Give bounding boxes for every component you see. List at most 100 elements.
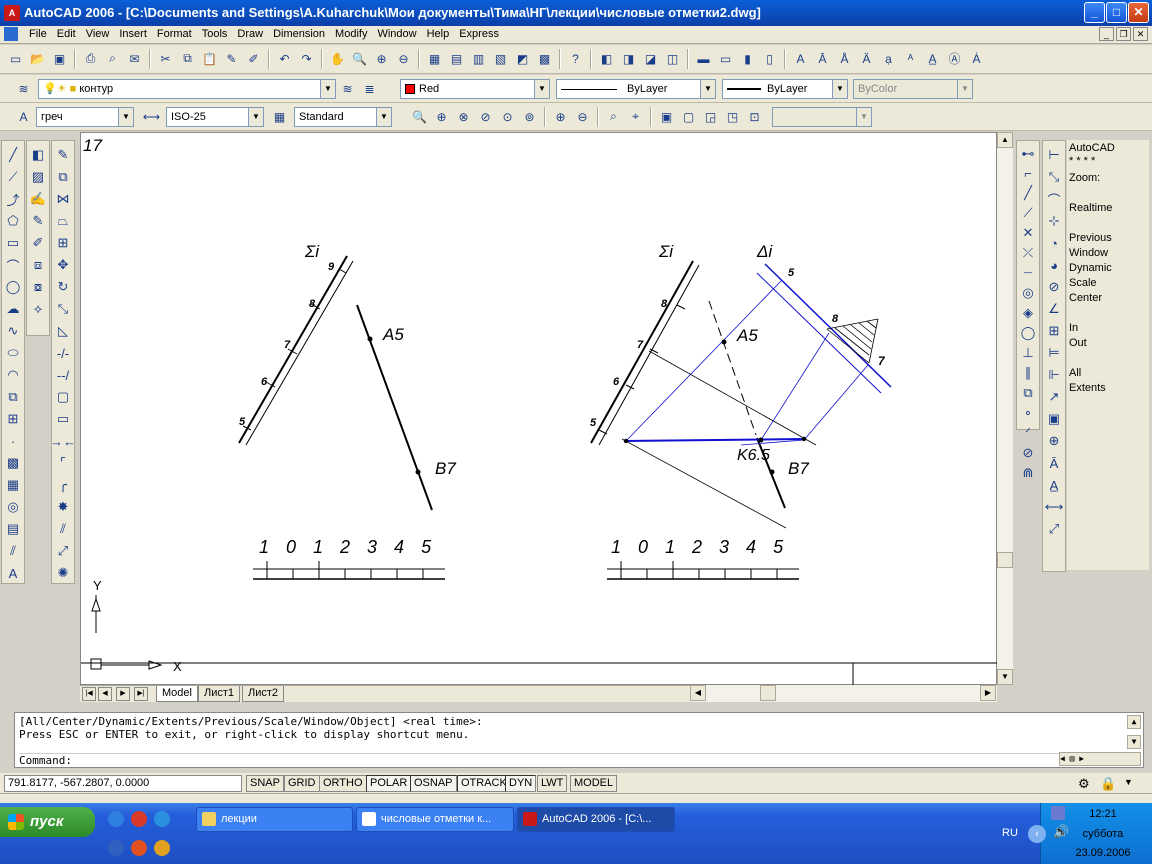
zoom-menu-in[interactable]: In <box>1069 322 1078 334</box>
text-style-icon[interactable]: Å <box>835 49 854 68</box>
scroll-right-icon[interactable]: ▶ <box>980 685 996 701</box>
text-icon[interactable]: A <box>791 49 810 68</box>
snap-perpendicular-icon[interactable]: ⊥ <box>1018 344 1038 362</box>
task-autocad[interactable]: AutoCAD 2006 - [C:\... <box>517 807 675 832</box>
block-editor-icon[interactable]: ✐ <box>244 49 263 68</box>
hscroll-thumb[interactable] <box>760 685 776 701</box>
revcloud-icon[interactable]: ☁ <box>3 299 23 319</box>
insert-block-icon[interactable]: ⧉ <box>3 387 23 407</box>
dim-update-icon[interactable]: ⟷ <box>1044 497 1064 517</box>
draw-tool-3-icon[interactable]: ✍ <box>28 189 48 209</box>
zoom-realtime-icon[interactable]: 🔍 <box>410 107 429 126</box>
layer-manager-icon[interactable]: ≋ <box>14 79 33 98</box>
zoom-window-icon[interactable]: ⊕ <box>372 49 391 68</box>
zoom-menu-extents[interactable]: Extents <box>1069 382 1106 394</box>
zoom-dynamic-icon[interactable]: ⊗ <box>454 107 473 126</box>
properties-icon[interactable]: ▦ <box>425 49 444 68</box>
point-icon[interactable]: · <box>3 431 23 451</box>
chevron-down-icon[interactable]: ▼ <box>248 108 263 126</box>
publish-icon[interactable]: ✉ <box>125 49 144 68</box>
maximize-button[interactable]: □ <box>1106 2 1127 23</box>
fillet-icon[interactable]: ╭ <box>53 475 73 495</box>
chevron-down-icon[interactable]: ▼ <box>376 108 391 126</box>
media-player-quicklaunch-icon[interactable] <box>154 840 170 856</box>
clip-viewport-icon[interactable]: ⊡ <box>745 107 764 126</box>
tab-sheet2[interactable]: Лист2 <box>242 686 285 702</box>
menu-insert[interactable]: Insert <box>114 28 152 40</box>
zoom-extents-icon[interactable]: ⌖ <box>626 107 645 126</box>
zoom-menu-window[interactable]: Window <box>1069 247 1108 259</box>
tool-palettes-icon[interactable]: ▥ <box>469 49 488 68</box>
dim-edit-icon[interactable]: Ā <box>1044 453 1064 473</box>
osnap-toggle[interactable]: OSNAP <box>410 775 457 792</box>
document-icon[interactable] <box>4 27 18 41</box>
text-spell-icon[interactable]: ạ <box>879 49 898 68</box>
scale-icon[interactable]: ⤡ <box>53 299 73 319</box>
draw-tool-7-icon[interactable]: ⧇ <box>28 277 48 297</box>
left-plane-sigma[interactable] <box>238 255 354 446</box>
zoom-scale-icon[interactable]: ⊘ <box>476 107 495 126</box>
construction-line-icon[interactable]: ⟋ <box>3 167 23 187</box>
tolerance-icon[interactable]: ▣ <box>1044 409 1064 429</box>
draworder-above-icon[interactable]: ◪ <box>641 49 660 68</box>
zoom-menu-autocad[interactable]: AutoCAD <box>1069 142 1115 154</box>
zoom-object-icon[interactable]: ⊚ <box>520 107 539 126</box>
dim-baseline-icon[interactable]: ⊨ <box>1044 343 1064 363</box>
chevron-down-icon[interactable]: ▼ <box>700 80 715 98</box>
text-style-combo[interactable]: греч ▼ <box>36 107 134 127</box>
explode-icon[interactable]: ✸ <box>53 497 73 517</box>
zoom-menu-stars[interactable]: * * * * <box>1069 155 1095 167</box>
text-scale-icon[interactable]: Ȧ <box>967 49 986 68</box>
right-point-b[interactable] <box>769 469 775 475</box>
horizontal-scrollbar[interactable]: ◀ ▶ <box>690 685 997 702</box>
model-toggle[interactable]: MODEL <box>570 775 618 792</box>
array-icon[interactable]: ⊞ <box>53 233 73 253</box>
circle-icon[interactable]: ◯ <box>3 277 23 297</box>
doc-restore-button[interactable]: ❐ <box>1116 27 1131 41</box>
snap-midpoint-icon[interactable]: ⟋ <box>1018 204 1038 222</box>
autocad-app-icon[interactable]: A <box>4 5 20 21</box>
dim-aligned-icon[interactable]: ⤡ <box>1044 167 1064 187</box>
draworder-front-icon[interactable]: ◧ <box>597 49 616 68</box>
zoom-menu-all[interactable]: All <box>1069 367 1081 379</box>
zoom-window-icon[interactable]: ⊕ <box>432 107 451 126</box>
region-icon[interactable]: ◎ <box>3 497 23 517</box>
stretch-icon[interactable]: ◺ <box>53 321 73 341</box>
help-icon[interactable]: ? <box>566 49 585 68</box>
menu-modify[interactable]: Modify <box>330 28 372 40</box>
viewport-dialog-icon[interactable]: ▣ <box>657 107 676 126</box>
table-style-combo[interactable]: Standard ▼ <box>294 107 392 127</box>
open-icon[interactable]: 📂 <box>28 49 47 68</box>
arc-icon[interactable]: ⌒ <box>3 255 23 275</box>
draw-tool-2-icon[interactable]: ▨ <box>28 167 48 187</box>
modify-extra-1-icon[interactable]: ⫽ <box>53 519 73 539</box>
snap-insert-icon[interactable]: ⧉ <box>1018 384 1038 402</box>
menu-express[interactable]: Express <box>454 28 504 40</box>
menu-tools[interactable]: Tools <box>197 28 233 40</box>
snap-settings-icon[interactable]: ⋒ <box>1018 464 1038 482</box>
text-justify-icon[interactable]: Ä <box>857 49 876 68</box>
zoom-center-icon[interactable]: ⊙ <box>498 107 517 126</box>
mirror-icon[interactable]: ⋈ <box>53 189 73 209</box>
draw-tool-8-icon[interactable]: ⟡ <box>28 299 48 319</box>
right-point-k[interactable] <box>758 437 764 443</box>
tab-prev-icon[interactable]: ◀ <box>98 687 112 701</box>
layer-previous-icon[interactable]: ≣ <box>360 79 379 98</box>
doc-close-button[interactable]: ✕ <box>1133 27 1148 41</box>
tab-model[interactable]: Model <box>156 686 198 702</box>
opera-quicklaunch-icon[interactable] <box>131 811 147 827</box>
snap-toggle[interactable]: SNAP <box>246 775 284 792</box>
modify-extra-3-icon[interactable]: ✺ <box>53 563 73 583</box>
dim-style-combo[interactable]: ISO-25 ▼ <box>166 107 264 127</box>
quick-dim-icon[interactable]: ⊞ <box>1044 321 1064 341</box>
make-block-icon[interactable]: ⊞ <box>3 409 23 429</box>
trim-icon[interactable]: -/- <box>53 343 73 363</box>
plot-preview-icon[interactable]: ⌕ <box>103 49 122 68</box>
menu-window[interactable]: Window <box>372 28 421 40</box>
express-tool-1-icon[interactable]: ▬ <box>694 49 713 68</box>
vertical-scrollbar[interactable]: ▲ ▼ <box>997 132 1013 685</box>
layer-icon[interactable]: ◧ <box>28 145 48 165</box>
snap-tangent-icon[interactable]: ◯ <box>1018 324 1038 342</box>
command-window[interactable]: [All/Center/Dynamic/Extents/Previous/Sca… <box>14 712 1144 768</box>
multiline-text-icon[interactable]: ⫽ <box>3 541 23 561</box>
